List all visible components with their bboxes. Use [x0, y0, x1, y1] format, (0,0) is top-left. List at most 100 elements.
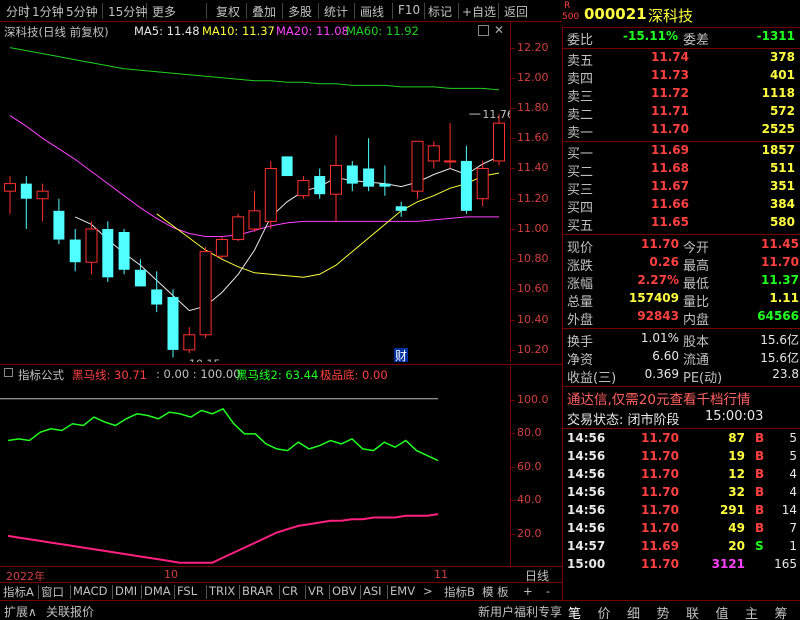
bid-row[interactable]: 买三 11.67 351: [563, 179, 800, 198]
finance-marker[interactable]: 财: [394, 348, 408, 362]
panel-switch-1[interactable]: 价: [598, 603, 611, 620]
toolbar-button-9[interactable]: 画线: [360, 3, 384, 20]
candle[interactable]: [460, 145, 472, 214]
indicator-chart[interactable]: [0, 382, 510, 566]
tab-macd[interactable]: MACD: [73, 584, 107, 598]
toolbar-button-7[interactable]: 多股: [288, 3, 312, 20]
candle[interactable]: [314, 168, 326, 199]
close-icon[interactable]: ✕: [494, 23, 504, 37]
toolbar-button-10[interactable]: F10: [398, 3, 420, 17]
candle[interactable]: [53, 198, 65, 245]
candle[interactable]: [102, 221, 114, 282]
candle[interactable]: [85, 221, 98, 275]
candle[interactable]: [346, 160, 358, 192]
tab-dmi[interactable]: DMI: [115, 584, 137, 598]
toolbar-button-4[interactable]: 更多: [152, 3, 176, 20]
candle-body: [85, 228, 98, 263]
candle[interactable]: [330, 135, 342, 222]
candle[interactable]: [248, 191, 261, 232]
toolbar-button-11[interactable]: 标记: [428, 3, 452, 20]
tab-emv[interactable]: EMV: [390, 584, 415, 598]
candle[interactable]: [232, 213, 245, 242]
bid-label: 买五: [567, 219, 594, 234]
price-tick-mark: [511, 77, 515, 79]
candle-body: [297, 180, 310, 197]
tab-divider: [206, 585, 207, 599]
candle[interactable]: [411, 140, 424, 199]
tab-vr[interactable]: VR: [308, 584, 324, 598]
finance-marker-label: 财: [395, 349, 407, 362]
tabs-more-arrow[interactable]: >: [423, 584, 433, 598]
candle[interactable]: [118, 228, 130, 275]
tick-side: B: [755, 503, 765, 517]
toolbar-button-1[interactable]: 1分钟: [32, 3, 64, 20]
candle[interactable]: [297, 176, 310, 199]
ask-row[interactable]: 卖三 11.72 1118: [563, 86, 800, 105]
tab-add-button[interactable]: +: [523, 584, 533, 598]
candle[interactable]: [20, 176, 32, 229]
toolbar-button-8[interactable]: 统计: [324, 3, 348, 20]
candle[interactable]: [36, 183, 49, 222]
ask-row[interactable]: 卖四 11.73 401: [563, 68, 800, 87]
tab-template[interactable]: 模 板: [482, 584, 509, 600]
candle[interactable]: [134, 259, 146, 287]
toolbar-button-3[interactable]: 15分钟: [108, 3, 147, 20]
tab-trix[interactable]: TRIX: [209, 584, 235, 598]
candle[interactable]: [444, 123, 457, 169]
candle[interactable]: [264, 160, 277, 229]
tab-窗口[interactable]: 窗口: [41, 584, 64, 600]
related-quote-button[interactable]: 关联报价: [46, 603, 94, 620]
tab-obv[interactable]: OBV: [332, 584, 356, 598]
candle[interactable]: [379, 165, 391, 196]
candle[interactable]: [167, 289, 179, 358]
candle[interactable]: [183, 327, 196, 353]
candle[interactable]: [215, 236, 228, 260]
panel-switch-3[interactable]: 势: [657, 603, 670, 620]
candlestick-chart[interactable]: 11.76 10.15 财: [0, 40, 510, 362]
price-axis: 12.20 12.00 11.80 11.60 11.40 11.20 11.00 10.80…: [510, 22, 562, 362]
candle-body: [167, 296, 179, 350]
indicator-settings-icon[interactable]: [4, 368, 13, 377]
tab-brar[interactable]: BRAR: [242, 584, 273, 598]
tab-cr[interactable]: CR: [282, 584, 298, 598]
toolbar-button-2[interactable]: 5分钟: [66, 3, 98, 20]
panel-switch-7[interactable]: 筹: [775, 603, 788, 620]
panel-switch-2[interactable]: 细: [627, 603, 640, 620]
ask-row[interactable]: 卖一 11.70 2525: [563, 122, 800, 141]
restore-icon[interactable]: [478, 25, 489, 36]
panel-switch-5[interactable]: 值: [716, 603, 729, 620]
ask-row[interactable]: 卖二 11.71 572: [563, 104, 800, 123]
bid-row[interactable]: 买四 11.66 384: [563, 197, 800, 216]
promo-text[interactable]: 通达信,仅需20元查看千档行情: [567, 388, 750, 408]
toolbar-button-12[interactable]: +自选: [462, 3, 496, 20]
panel-switch-6[interactable]: 主: [745, 603, 758, 620]
bid-row[interactable]: 买一 11.69 1857: [563, 143, 800, 162]
panel-switch-4[interactable]: 联: [686, 603, 699, 620]
bid-row[interactable]: 买二 11.68 511: [563, 161, 800, 180]
candle[interactable]: [69, 228, 81, 272]
tab-dma[interactable]: DMA: [144, 584, 171, 598]
tab-remove-button[interactable]: -: [546, 584, 550, 598]
promo-row[interactable]: 通达信,仅需20元查看千档行情: [563, 388, 800, 408]
candle[interactable]: [476, 160, 489, 207]
candle[interactable]: [493, 114, 505, 166]
tab-asi[interactable]: ASI: [363, 584, 382, 598]
expand-button[interactable]: 扩展∧: [4, 603, 37, 620]
toolbar-button-13[interactable]: 返回: [504, 3, 528, 20]
candle[interactable]: [427, 141, 440, 169]
candle[interactable]: [363, 138, 375, 192]
promo-link[interactable]: 新用户福利专享: [478, 603, 562, 620]
candle[interactable]: [4, 176, 16, 214]
candle[interactable]: [281, 156, 293, 177]
candle[interactable]: [199, 247, 212, 338]
panel-switch-0[interactable]: 笔: [568, 603, 581, 620]
ask-row[interactable]: 卖五 11.74 378: [563, 50, 800, 69]
toolbar-button-0[interactable]: 分时: [6, 3, 30, 20]
toolbar-button-5[interactable]: 复权: [216, 3, 240, 20]
bid-row[interactable]: 买五 11.65 580: [563, 215, 800, 234]
indicator-title[interactable]: 指标公式: [18, 367, 64, 383]
tab-fsl[interactable]: FSL: [177, 584, 197, 598]
tab-indicator-a[interactable]: 指标A: [3, 584, 34, 600]
toolbar-button-6[interactable]: 叠加: [252, 3, 276, 20]
tab-indicator-b[interactable]: 指标B: [444, 584, 475, 600]
